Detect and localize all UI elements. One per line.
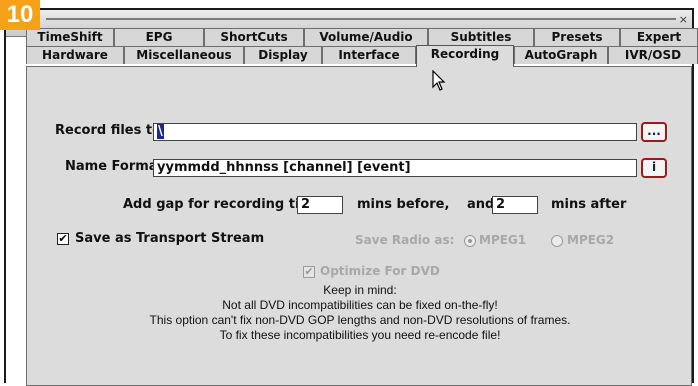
tab-presets[interactable]: Presets bbox=[534, 28, 620, 46]
note-line: Not all DVD incompatibilities can be fix… bbox=[222, 298, 498, 312]
close-icon[interactable]: × bbox=[679, 13, 688, 26]
tab-autograph[interactable]: AutoGraph bbox=[514, 46, 608, 64]
name-format-input[interactable]: yymmdd_hhnnss [channel] [event] bbox=[153, 159, 637, 177]
checkmark-icon: ✔ bbox=[58, 232, 68, 245]
tab-shortcuts[interactable]: ShortCuts bbox=[204, 28, 304, 46]
tab-recording[interactable]: Recording bbox=[416, 45, 514, 67]
and-label: and bbox=[467, 197, 495, 212]
tab-miscellaneous[interactable]: Miscellaneous bbox=[124, 46, 244, 64]
tab-display[interactable]: Display bbox=[244, 46, 322, 64]
mouse-pointer-icon bbox=[432, 70, 446, 91]
tab-volume-audio[interactable]: Volume/Audio bbox=[304, 28, 428, 46]
record-files-input[interactable]: \ bbox=[153, 123, 637, 141]
mins-before-label: mins before, bbox=[357, 197, 450, 212]
tab-interface[interactable]: Interface bbox=[322, 46, 416, 64]
note-line: To fix these incompatibilities you need … bbox=[219, 328, 501, 342]
transport-stream-label[interactable]: Save as Transport Stream bbox=[75, 231, 264, 246]
mins-after-label: mins after bbox=[551, 197, 627, 212]
gap-after-input[interactable]: 2 bbox=[492, 196, 538, 214]
tab-row-1: TimeShift EPG ShortCuts Volume/Audio Sub… bbox=[26, 28, 698, 46]
record-files-label: Record files to bbox=[55, 123, 162, 138]
tab-timeshift[interactable]: TimeShift bbox=[26, 28, 114, 46]
step-badge: 10 bbox=[0, 0, 40, 30]
optimize-dvd-label: Optimize For DVD bbox=[320, 264, 440, 278]
recording-panel: Record files to \ ... Name Format yymmdd… bbox=[26, 66, 692, 386]
browse-button[interactable]: ... bbox=[641, 122, 667, 142]
radio-mpeg2[interactable] bbox=[551, 235, 563, 247]
radio-mpeg1[interactable] bbox=[464, 235, 476, 247]
name-format-label: Name Format bbox=[65, 159, 164, 174]
transport-stream-checkbox[interactable]: ✔ bbox=[57, 233, 69, 245]
note-line: This option can't fix non-DVD GOP length… bbox=[149, 313, 571, 327]
gap-label: Add gap for recording time bbox=[123, 197, 322, 212]
radio-mpeg2-label: MPEG2 bbox=[567, 233, 615, 247]
gap-before-input[interactable]: 2 bbox=[297, 196, 343, 214]
tab-strip: TimeShift EPG ShortCuts Volume/Audio Sub… bbox=[26, 28, 698, 67]
record-files-value: \ bbox=[157, 124, 164, 139]
tab-epg[interactable]: EPG bbox=[114, 28, 204, 46]
radio-mpeg1-label: MPEG1 bbox=[479, 233, 527, 247]
tab-subtitles[interactable]: Subtitles bbox=[428, 28, 534, 46]
tab-ivr-osd[interactable]: IVR/OSD bbox=[608, 46, 698, 64]
tab-expert[interactable]: Expert bbox=[620, 28, 698, 46]
tab-row-2: Hardware Miscellaneous Display Interface… bbox=[26, 45, 698, 67]
note-heading: Keep in mind: bbox=[323, 283, 397, 297]
tab-hardware[interactable]: Hardware bbox=[26, 46, 124, 64]
info-button[interactable]: i bbox=[641, 158, 667, 178]
checkmark-icon: ✔ bbox=[304, 265, 314, 278]
optimize-dvd-checkbox[interactable]: ✔ bbox=[303, 266, 315, 278]
save-radio-label: Save Radio as: bbox=[355, 233, 455, 247]
